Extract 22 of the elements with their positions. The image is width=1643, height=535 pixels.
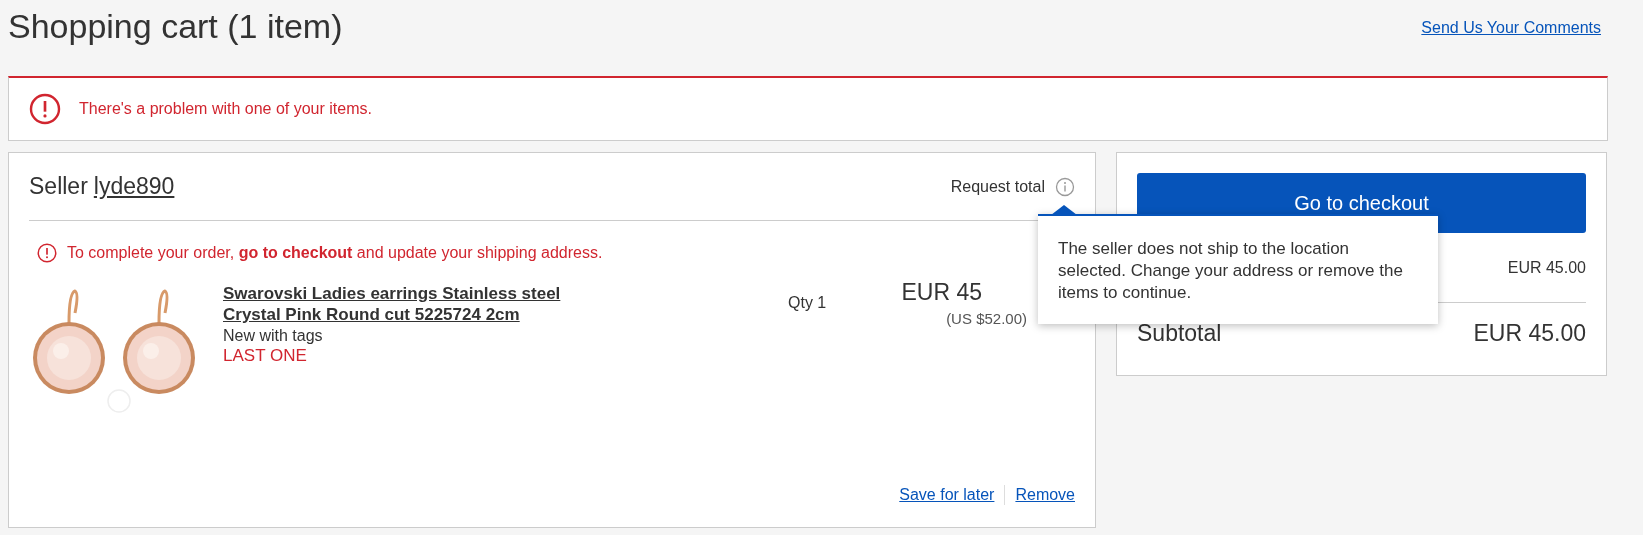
item-condition: New with tags bbox=[223, 326, 324, 346]
tooltip-text: The seller does not ship to the location selected. Change your address or remove the items to continue. bbox=[1058, 238, 1404, 304]
feedback-link[interactable]: Send Us Your Comments bbox=[1421, 16, 1601, 40]
subtotal-amount: EUR 45.00 bbox=[1473, 318, 1586, 348]
item-total-amount: EUR 45.00 bbox=[1507, 257, 1586, 278]
item-quantity: Qty 1 bbox=[788, 293, 827, 313]
cart-action-link[interactable]: Save for later bbox=[899, 483, 995, 507]
page-title: Shopping cart (1 item) bbox=[8, 6, 343, 47]
subtotal-label: Subtotal bbox=[1137, 318, 1222, 348]
alert-message: There's a problem with one of your items. bbox=[79, 99, 372, 119]
checkout-notice: To complete your order, go to checkout and update your shipping address. bbox=[67, 243, 603, 263]
item-price-usd: (US $52.00) bbox=[946, 309, 1027, 328]
request-total-label: Request total bbox=[950, 176, 1045, 197]
seller-label: Seller bbox=[29, 172, 88, 202]
info-icon[interactable] bbox=[1055, 176, 1075, 197]
cart-action-link[interactable]: Remove bbox=[1015, 483, 1075, 507]
stock-notice: LAST ONE bbox=[223, 346, 308, 366]
alert-icon bbox=[29, 93, 61, 125]
item-title-link[interactable]: Swarovski Ladies earrings Stainless steel Crystal Pink Round cut 5225724 2cm bbox=[223, 283, 573, 325]
seller-link[interactable]: lyde890 bbox=[93, 169, 175, 204]
item-price: EUR 45 bbox=[901, 278, 982, 307]
warning-icon bbox=[37, 243, 57, 263]
